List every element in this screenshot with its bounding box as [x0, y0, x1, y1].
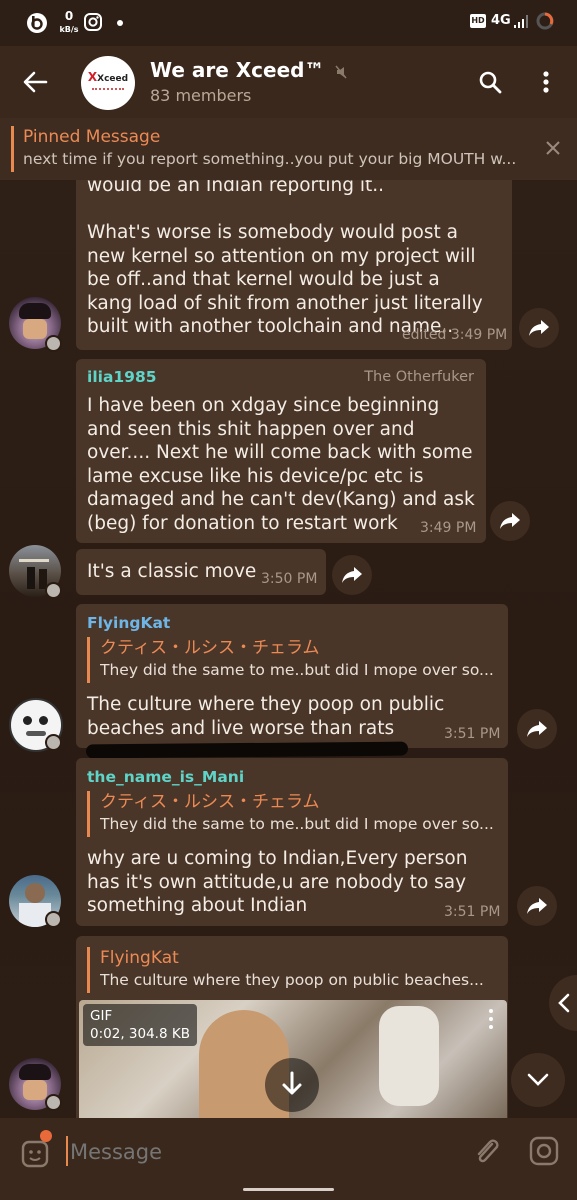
forward-button[interactable] [517, 886, 557, 926]
reply-text: They did the same to me..but did I mope … [100, 815, 494, 833]
pinned-accent-line [11, 126, 14, 172]
online-status-dot [45, 911, 62, 928]
chevron-down-icon [527, 1073, 549, 1086]
admin-title: The Otherfuker [364, 369, 474, 385]
message-bubble[interactable]: It's a classic move 3:50 PM [76, 549, 326, 595]
online-status-dot [45, 1094, 62, 1111]
pinned-label: Pinned Message [23, 127, 161, 147]
more-notifications-dot [117, 20, 123, 26]
group-logo-text: XXceed [87, 70, 129, 84]
online-status-dot [45, 582, 62, 599]
logo-dots [92, 88, 124, 92]
message-text: The culture where they poop on public be… [87, 694, 445, 739]
chat-header: XXceed We are Xceed™ 83 members [0, 46, 577, 118]
reply-text: The culture where they poop on public be… [100, 971, 484, 989]
hd-voice-badge: HD [470, 14, 486, 28]
forward-button[interactable] [490, 501, 530, 541]
message-bubble[interactable]: would be an Indian reporting it.. What's… [76, 180, 512, 350]
message-text: would be an Indian reporting it.. What's… [87, 180, 483, 337]
sender-name[interactable]: the_name_is_Mani [87, 768, 244, 786]
netspeed-value: 0 [64, 9, 74, 23]
sticker-emoji-icon[interactable] [21, 1138, 51, 1168]
online-status-dot [45, 335, 62, 352]
back-arrow-icon[interactable] [22, 70, 48, 94]
chat-messages-area[interactable]: would be an Indian reporting it.. What's… [0, 180, 577, 1118]
scroll-to-bottom-button[interactable] [511, 1053, 565, 1107]
chat-title[interactable]: We are Xceed™ [150, 58, 324, 82]
message-bubble[interactable]: FlyingKat The culture where they poop on… [76, 936, 508, 1118]
close-pinned-icon[interactable] [545, 140, 561, 156]
pinned-text: next time if you report something..you p… [23, 150, 517, 168]
member-count: 83 members [150, 86, 252, 105]
gesture-nav-bar[interactable] [243, 1188, 334, 1191]
instagram-notification-icon [84, 13, 102, 31]
redaction-mark [85, 741, 409, 759]
message-time: 3:50 PM [261, 571, 318, 587]
message-bubble[interactable]: FlyingKat クティス・ルシス・チェラム They did the sam… [76, 604, 508, 748]
side-panel-handle[interactable] [549, 975, 577, 1031]
netspeed-indicator: 0 kB/s [58, 10, 80, 36]
forward-button[interactable] [332, 555, 372, 595]
reply-text: They did the same to me..but did I mope … [100, 661, 494, 679]
share-arrow-icon [527, 898, 547, 914]
gif-menu-icon[interactable] [487, 1008, 495, 1030]
muted-icon [335, 65, 348, 78]
camera-icon[interactable] [529, 1136, 559, 1166]
reply-author: クティス・ルシス・チェラム [100, 792, 320, 812]
message-time: 3:49 PM [420, 520, 477, 536]
share-arrow-icon [527, 721, 547, 737]
gif-figure [379, 1006, 439, 1106]
message-bubble[interactable]: ilia1985 The Otherfuker I have been on x… [76, 359, 486, 543]
message-composer [0, 1118, 577, 1200]
gif-info-badge: GIF 0:02, 304.8 KB [83, 1004, 197, 1046]
group-avatar[interactable]: XXceed [81, 56, 135, 110]
online-status-dot [45, 734, 62, 751]
gif-preview[interactable]: GIF 0:02, 304.8 KB [79, 1000, 507, 1118]
reply-author: クティス・ルシス・チェラム [100, 638, 320, 658]
share-arrow-icon [500, 513, 520, 529]
share-arrow-icon [342, 567, 362, 583]
attach-icon[interactable] [472, 1136, 500, 1166]
netspeed-unit: kB/s [59, 25, 79, 34]
pinned-message-bar[interactable]: Pinned Message next time if you report s… [0, 118, 577, 180]
sender-name[interactable]: ilia1985 [87, 368, 157, 386]
reply-preview[interactable]: クティス・ルシス・チェラム They did the same to me..b… [87, 791, 508, 837]
message-text: I have been on xdgay since beginning and… [87, 395, 475, 534]
battery-ring-icon [536, 12, 554, 30]
status-bar: 0 kB/s HD 4G [0, 0, 577, 46]
network-type: 4G [491, 13, 511, 28]
message-bubble[interactable]: the_name_is_Mani クティス・ルシス・チェラム They did … [76, 758, 508, 926]
reply-preview[interactable]: クティス・ルシス・チェラム They did the same to me..b… [87, 637, 508, 683]
sticker-notification-dot [40, 1130, 52, 1142]
chat-title-row[interactable]: We are Xceed™ [150, 58, 348, 82]
reply-preview[interactable]: FlyingKat The culture where they poop on… [87, 947, 508, 993]
message-time: 3:51 PM [444, 726, 501, 742]
download-button[interactable] [265, 1058, 319, 1112]
beats-app-icon [27, 13, 47, 33]
forward-button[interactable] [519, 308, 559, 348]
message-input[interactable] [68, 1134, 452, 1170]
download-arrow-icon [282, 1071, 302, 1095]
sender-name[interactable]: FlyingKat [87, 614, 170, 632]
share-arrow-icon [529, 320, 549, 336]
more-options-icon[interactable] [541, 70, 551, 96]
gif-size: 0:02, 304.8 KB [90, 1026, 190, 1042]
message-text: It's a classic move [87, 561, 257, 582]
gif-label: GIF [90, 1008, 113, 1024]
signal-icon [514, 15, 528, 28]
reply-author: FlyingKat [100, 948, 179, 968]
chevron-left-icon [558, 993, 570, 1013]
message-time: 3:51 PM [444, 904, 501, 920]
search-icon[interactable] [478, 70, 502, 94]
message-text: why are u coming to Indian,Every person … [87, 848, 468, 916]
forward-button[interactable] [517, 709, 557, 749]
message-time: edited 3:49 PM [402, 327, 508, 343]
